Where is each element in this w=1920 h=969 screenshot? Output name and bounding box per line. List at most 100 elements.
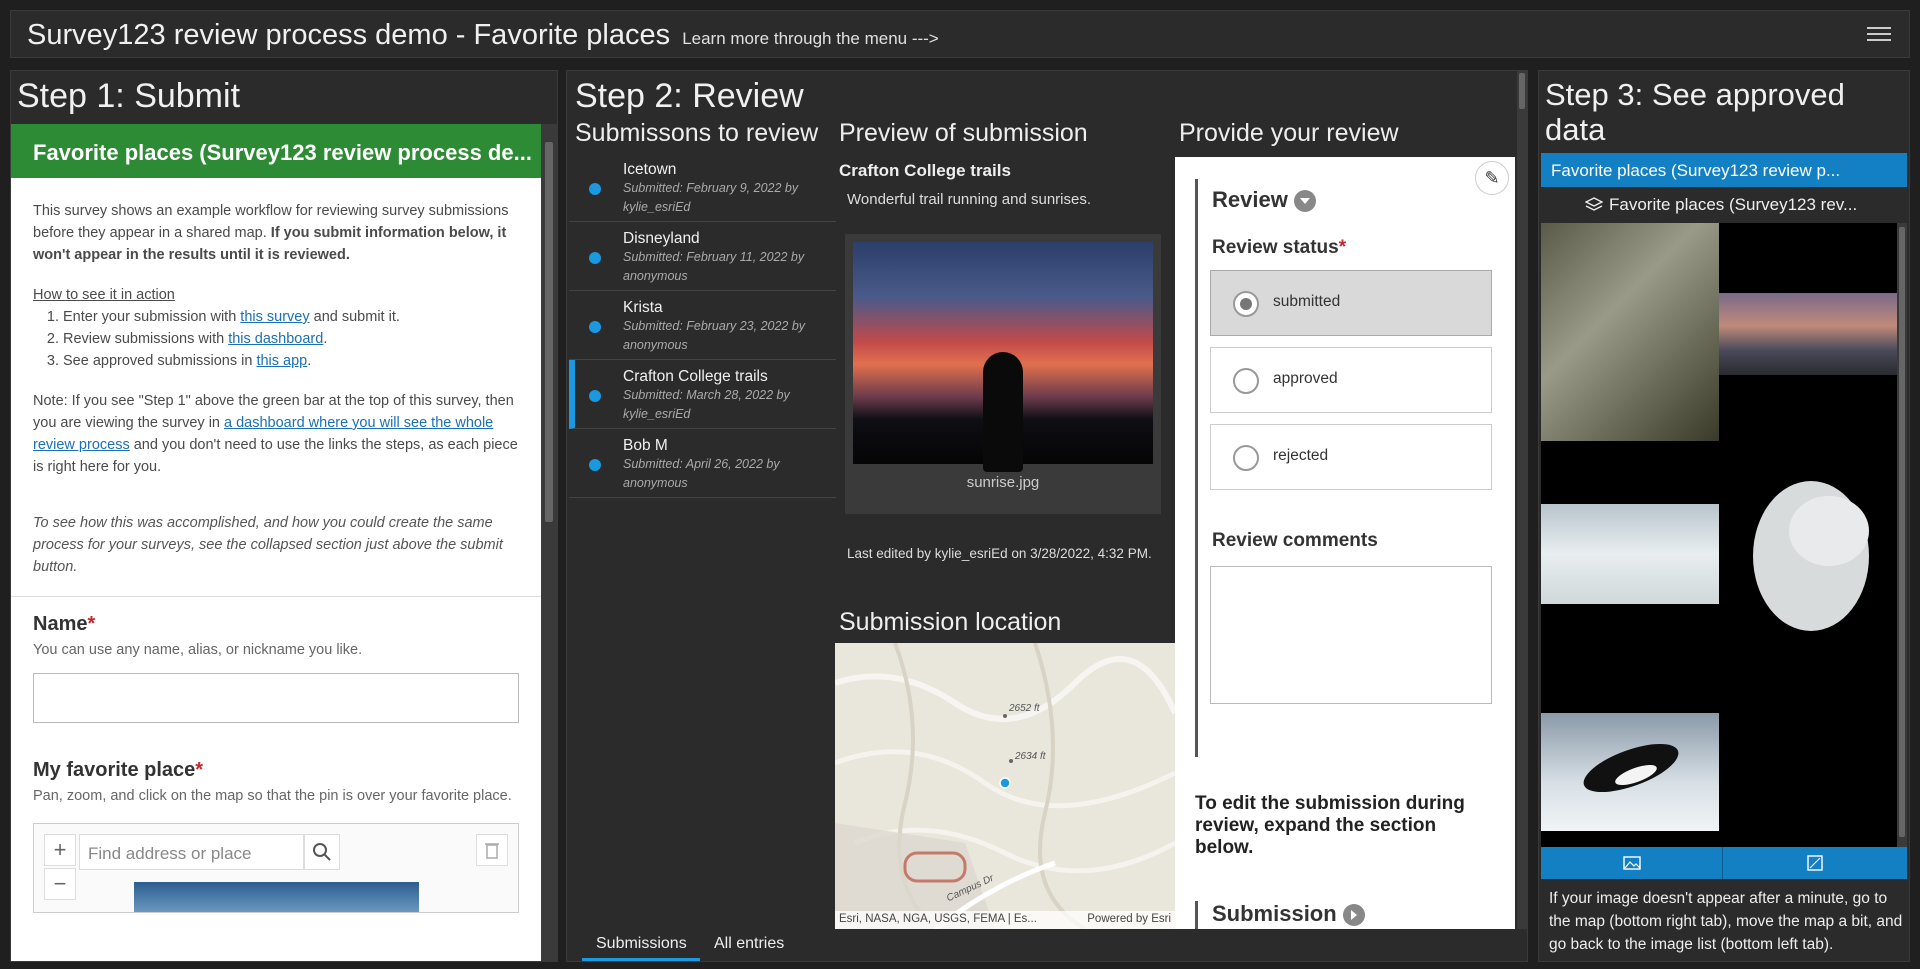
review-group-title[interactable]: Review xyxy=(1212,187,1495,213)
submission-author: anonymous xyxy=(623,476,688,490)
trash-icon[interactable] xyxy=(476,834,508,866)
tab-all-entries[interactable]: All entries xyxy=(700,925,799,961)
step2-panel: Step 2: Review Submissons to review Icet… xyxy=(566,70,1528,962)
gallery-image-hockey[interactable] xyxy=(1541,504,1719,604)
name-input[interactable] xyxy=(33,673,519,723)
intro-text: This survey shows an example workflow fo… xyxy=(33,200,519,266)
preview-name: Crafton College trails xyxy=(839,161,1011,180)
review-title: Provide your review xyxy=(1179,119,1399,147)
radio-option-submitted[interactable]: submitted xyxy=(1210,270,1492,336)
place-hint: Pan, zoom, and click on the map so that … xyxy=(33,788,512,804)
attachment-card[interactable]: sunrise.jpg xyxy=(845,234,1161,514)
review-form: ✎ Review Review status* submitted approv… xyxy=(1175,157,1515,929)
sunrise-photo xyxy=(853,242,1153,472)
hamburger-menu-icon[interactable] xyxy=(1867,23,1891,45)
radio-button[interactable] xyxy=(1233,368,1259,394)
form-scrollbar[interactable] xyxy=(541,124,557,961)
gallery-image-beluga[interactable] xyxy=(1719,471,1897,641)
list-item[interactable]: Icetown Submitted: February 9, 2022 by k… xyxy=(569,153,836,222)
elevation-label: 2634 ft xyxy=(1015,751,1046,762)
chevron-right-icon[interactable] xyxy=(1342,904,1365,927)
review-comments-label: Review comments xyxy=(1212,530,1378,551)
option-label: approved xyxy=(1273,370,1338,387)
submission-name: Icetown xyxy=(623,161,677,178)
submission-group-label: Submission xyxy=(1212,901,1337,926)
place-map[interactable]: + − Find address or place xyxy=(33,823,519,913)
survey-form-header: Favorite places (Survey123 review proces… xyxy=(11,124,541,178)
tab-submissions[interactable]: Submissions xyxy=(582,925,701,961)
list-item[interactable]: Bob M Submitted: April 26, 2022 by anony… xyxy=(569,429,836,498)
preview-title: Preview of submission xyxy=(839,119,1088,147)
layer-name: Favorite places (Survey123 rev... xyxy=(1609,195,1858,214)
radio-option-approved[interactable]: approved xyxy=(1210,347,1492,413)
step2-tabs: Submissions All entries xyxy=(566,925,1528,963)
preview-description: Wonderful trail running and sunrises. xyxy=(847,191,1092,208)
required-marker: * xyxy=(87,613,96,635)
review-comments-textarea[interactable] xyxy=(1210,566,1492,704)
review-group-label: Review xyxy=(1212,187,1288,212)
submission-author: kylie_esriEd xyxy=(623,200,691,214)
map-icon xyxy=(1807,855,1823,871)
note-text: Note: If you see "Step 1" above the gree… xyxy=(33,390,519,478)
layer-selector[interactable]: Favorite places (Survey123 rev... xyxy=(1541,189,1907,221)
this-dashboard-link[interactable]: this dashboard xyxy=(228,331,323,347)
this-app-link[interactable]: this app xyxy=(256,353,307,369)
map-tab[interactable] xyxy=(1725,847,1907,879)
submissions-list-title: Submissons to review xyxy=(575,119,819,147)
how-step-text: See approved submissions in xyxy=(63,353,257,369)
gallery-image-orca[interactable] xyxy=(1541,713,1719,831)
submission-preview: Crafton College trails Wonderful trail r… xyxy=(839,153,1179,561)
step2-scrollbar[interactable] xyxy=(1517,71,1527,929)
zoom-out-button[interactable]: − xyxy=(44,868,76,900)
last-edited-text: Last edited by kylie_esriEd on 3/28/2022… xyxy=(847,546,1152,561)
submission-date: Submitted: February 23, 2022 by xyxy=(623,319,806,333)
scroll-thumb[interactable] xyxy=(1899,227,1905,837)
location-map[interactable]: 2652 ft 2634 ft Campus Dr Esri, NASA, NG… xyxy=(835,643,1175,929)
name-hint: You can use any name, alias, or nickname… xyxy=(33,642,363,658)
attachment-filename: sunrise.jpg xyxy=(966,474,1040,491)
italic-note: To see how this was accomplished, and ho… xyxy=(33,515,503,575)
name-label: Name xyxy=(33,613,88,635)
required-marker: * xyxy=(1338,237,1347,258)
scroll-thumb[interactable] xyxy=(545,142,553,522)
radio-button[interactable] xyxy=(1233,445,1259,471)
submission-date: Submitted: February 11, 2022 by xyxy=(623,250,805,264)
powered-by-text: Powered by Esri xyxy=(1087,913,1171,925)
chevron-down-icon[interactable] xyxy=(1293,190,1316,213)
status-dot xyxy=(589,459,601,471)
search-icon[interactable] xyxy=(304,834,340,870)
review-group: Review Review status* submitted approved… xyxy=(1195,179,1495,757)
submission-date: Submitted: March 28, 2022 by xyxy=(623,388,790,402)
how-step-1: Enter your submission with this survey a… xyxy=(63,306,519,328)
map-image xyxy=(134,882,419,912)
step3-title-line1: Step 3: See approved xyxy=(1545,77,1845,112)
gallery-image-trail[interactable] xyxy=(1541,223,1719,441)
map-search-input[interactable]: Find address or place xyxy=(79,834,304,870)
required-marker: * xyxy=(195,759,204,781)
list-item[interactable]: Krista Submitted: February 23, 2022 by a… xyxy=(569,291,836,360)
gallery-scrollbar[interactable] xyxy=(1897,223,1907,847)
image-list-tab[interactable] xyxy=(1541,847,1723,879)
review-status-question: Review status* xyxy=(1212,237,1495,259)
survey-form: Favorite places (Survey123 review proces… xyxy=(11,124,541,961)
step3-title: Step 3: See approved data xyxy=(1545,77,1845,147)
submission-author: kylie_esriEd xyxy=(623,407,691,421)
list-item[interactable]: Disneyland Submitted: February 11, 2022 … xyxy=(569,222,836,291)
how-step-2: Review submissions with this dashboard. xyxy=(63,328,519,350)
scroll-thumb[interactable] xyxy=(1519,73,1525,109)
submissions-list: Icetown Submitted: February 9, 2022 by k… xyxy=(569,153,836,498)
layer-title-bar[interactable]: Favorite places (Survey123 review p... xyxy=(1541,153,1907,187)
how-step-text: Enter your submission with xyxy=(63,309,241,325)
divider xyxy=(11,596,541,597)
gallery-image-city[interactable] xyxy=(1719,293,1897,375)
app-header: Survey123 review process demo - Favorite… xyxy=(10,10,1910,58)
step1-title: Step 1: Submit xyxy=(17,77,241,115)
this-survey-link[interactable]: this survey xyxy=(240,309,309,325)
list-item-selected[interactable]: Crafton College trails Submitted: March … xyxy=(569,360,836,429)
place-question: My favorite place* xyxy=(33,759,519,781)
radio-button[interactable] xyxy=(1233,291,1259,317)
radio-option-rejected[interactable]: rejected xyxy=(1210,424,1492,490)
view-toggle-bar xyxy=(1541,847,1907,879)
zoom-in-button[interactable]: + xyxy=(44,834,76,866)
status-dot xyxy=(589,252,601,264)
